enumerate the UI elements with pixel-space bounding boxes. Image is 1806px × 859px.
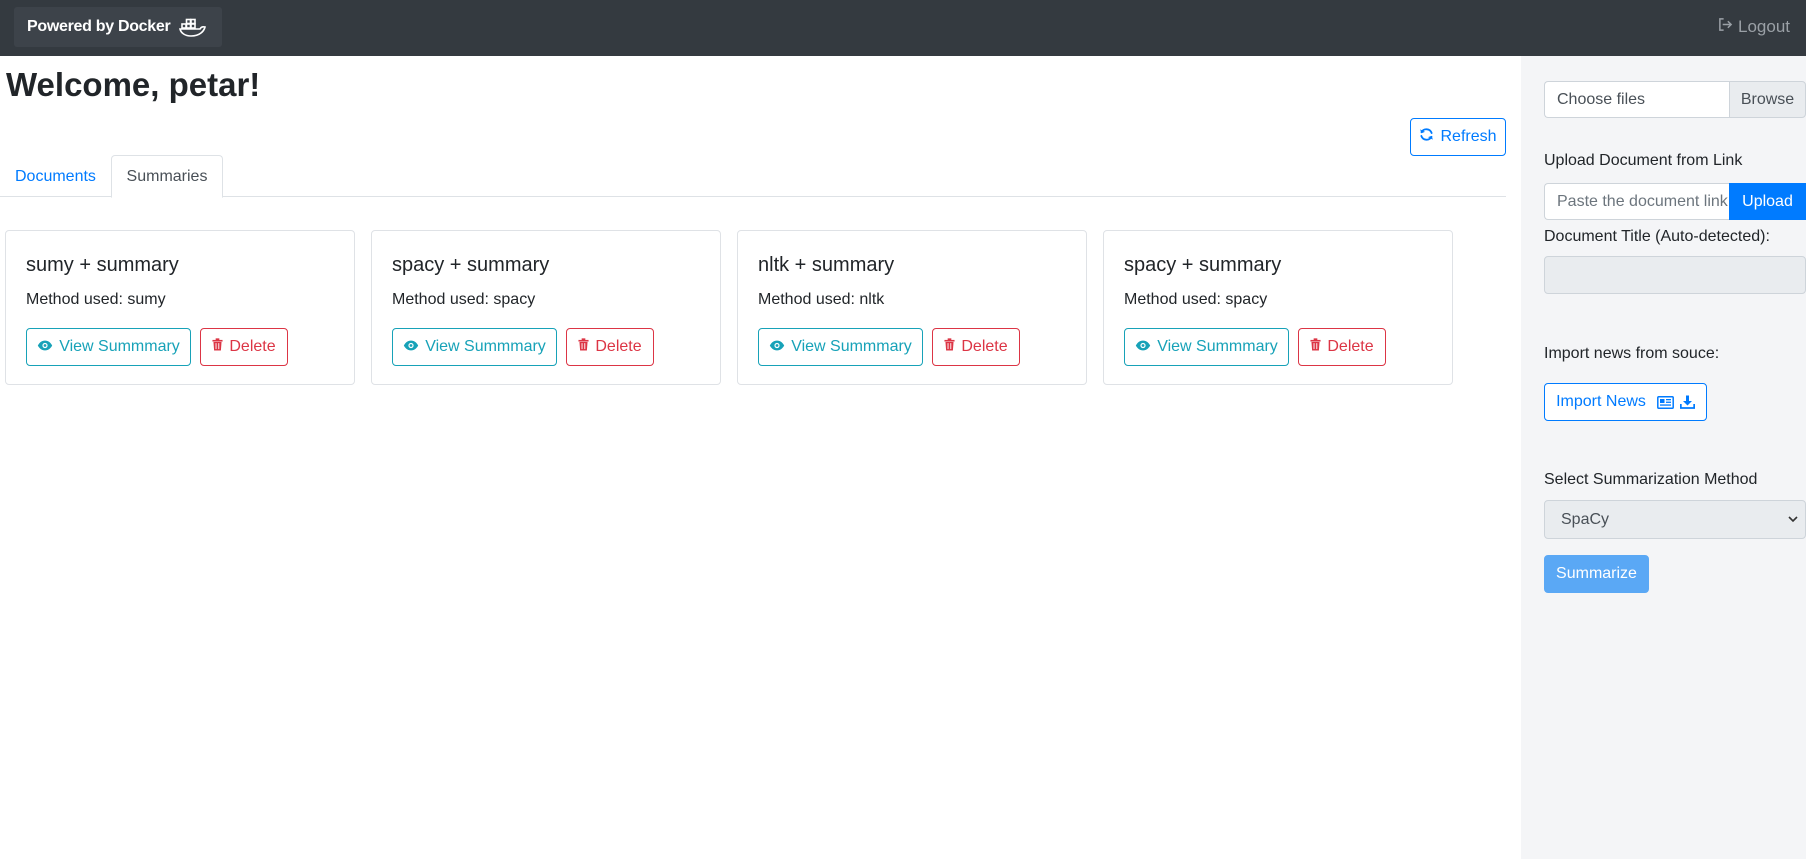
document-link-input[interactable] [1544,183,1729,220]
tab-documents[interactable]: Documents [0,155,111,198]
trash-icon [944,338,955,356]
eye-icon [1135,338,1151,356]
sidebar: Choose files Browse Upload Document from… [1521,56,1806,859]
delete-label: Delete [229,338,276,355]
view-summary-button[interactable]: View Summmary [26,328,191,366]
trash-icon [212,338,223,356]
refresh-button[interactable]: Refresh [1410,118,1506,156]
select-method-label: Select Summarization Method [1544,471,1758,488]
delete-button[interactable]: Delete [932,328,1020,366]
chevron-down-icon [1787,512,1799,531]
view-summary-label: View Summmary [425,338,546,355]
upload-link-label: Upload Document from Link [1544,152,1743,169]
newspaper-icon [1656,395,1674,409]
delete-button[interactable]: Delete [566,328,654,366]
delete-button[interactable]: Delete [1298,328,1386,366]
logout-label: Logout [1738,17,1790,36]
logout-link[interactable]: Logout [1718,17,1790,37]
card-method: Method used: nltk [758,291,885,308]
brand[interactable]: Powered by Docker [14,7,222,47]
file-input[interactable]: Choose files [1544,81,1729,118]
import-news-label-text: Import News [1556,393,1646,410]
summary-card: sumy + summary Method used: sumy View Su… [5,230,355,385]
eye-icon [37,338,53,356]
document-title-input[interactable] [1544,256,1806,294]
trash-icon [1310,338,1321,356]
upload-link-group: Upload [1544,183,1806,220]
view-summary-button[interactable]: View Summmary [1124,328,1289,366]
trash-icon [578,338,589,356]
import-news-button[interactable]: Import News [1544,383,1707,421]
delete-label: Delete [961,338,1008,355]
card-title: spacy + summary [1124,254,1282,276]
sign-out-icon [1718,17,1733,37]
file-upload-group: Choose files Browse [1544,81,1806,118]
upload-button[interactable]: Upload [1729,183,1806,220]
navbar: Powered by Docker Logout [0,0,1806,56]
page-title: Welcome, petar! [6,66,261,103]
browse-button[interactable]: Browse [1729,81,1806,118]
delete-label: Delete [1327,338,1374,355]
view-summary-label: View Summmary [59,338,180,355]
card-title: sumy + summary [26,254,179,276]
refresh-label: Refresh [1440,128,1497,145]
view-summary-button[interactable]: View Summmary [392,328,557,366]
summarize-button[interactable]: Summarize [1544,555,1649,593]
summarization-method-select[interactable]: SpaCy [1544,500,1806,539]
import-news-label: Import news from souce: [1544,345,1720,362]
card-title: nltk + summary [758,254,895,276]
summary-card: spacy + summary Method used: spacy View … [371,230,721,385]
selected-method: SpaCy [1561,510,1610,528]
summary-card: nltk + summary Method used: nltk View Su… [737,230,1087,385]
delete-button[interactable]: Delete [200,328,288,366]
document-title-label: Document Title (Auto-detected): [1544,228,1770,245]
tab-summaries[interactable]: Summaries [111,155,223,198]
eye-icon [769,338,785,356]
card-method: Method used: sumy [26,291,166,308]
view-summary-label: View Summmary [1157,338,1278,355]
view-summary-label: View Summmary [791,338,912,355]
delete-label: Delete [595,338,642,355]
refresh-icon [1419,127,1434,147]
brand-text: Powered by Docker [27,18,171,35]
card-method: Method used: spacy [1124,291,1268,308]
docker-whale-icon [179,16,207,38]
download-icon [1679,395,1695,409]
card-method: Method used: spacy [392,291,536,308]
card-title: spacy + summary [392,254,550,276]
main-content: Welcome, petar! Refresh Documents Summar… [0,56,1520,859]
tab-bar: Documents Summaries [0,155,1506,198]
eye-icon [403,338,419,356]
view-summary-button[interactable]: View Summmary [758,328,923,366]
summary-card: spacy + summary Method used: spacy View … [1103,230,1453,385]
